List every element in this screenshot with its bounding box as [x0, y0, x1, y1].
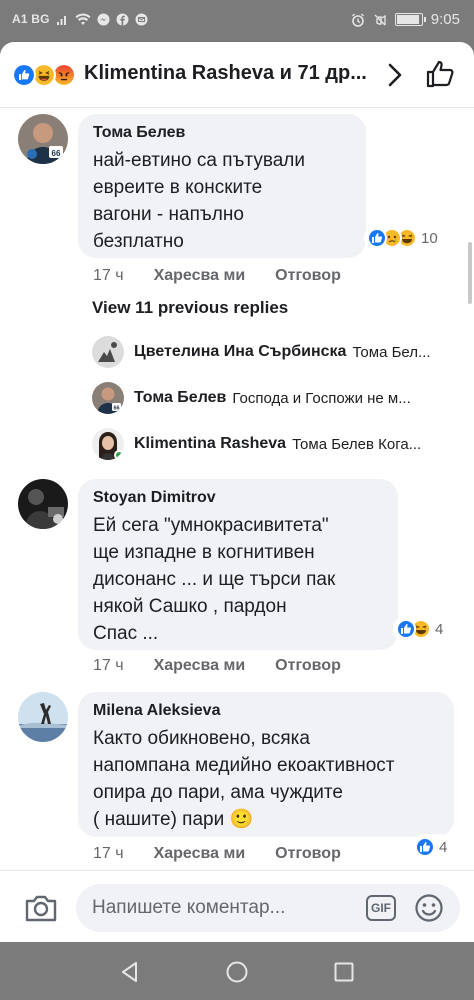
- avatar[interactable]: [18, 692, 68, 742]
- reply-preview[interactable]: Цветелина Ина Сърбинска Тома Бел...: [92, 336, 466, 368]
- reply-button[interactable]: Отговор: [275, 845, 341, 863]
- comment-line: ще изпадне в когнитивен: [93, 542, 315, 563]
- reply-text: Господа и Госпожи не м...: [232, 389, 411, 407]
- reaction-count: 4: [439, 838, 448, 856]
- comment-line: дисонанс ... и ще търси пак: [93, 569, 336, 590]
- reaction-badge[interactable]: 10: [364, 225, 443, 251]
- comment-input-wrapper[interactable]: GIF: [76, 884, 460, 932]
- comments-sheet: Klimentina Rasheva и 71 др... 66 Тома Бе…: [0, 42, 474, 942]
- comment-actions: 17 ч Харесва ми Отговор: [93, 267, 341, 285]
- gif-button[interactable]: GIF: [366, 895, 396, 921]
- reply-author[interactable]: Klimentina Rasheva: [134, 435, 286, 453]
- comment-line: Както обикновено, всяка: [93, 728, 310, 749]
- carrier-label: A1 BG: [12, 12, 50, 26]
- reaction-count: 4: [435, 620, 444, 638]
- signal-icon: [56, 15, 66, 25]
- avatar[interactable]: 66: [92, 382, 124, 414]
- comment-time: 17 ч: [93, 267, 124, 284]
- clock: 9:05: [430, 11, 460, 28]
- avatar[interactable]: [92, 428, 124, 460]
- view-previous-replies[interactable]: View 11 previous replies: [92, 298, 288, 318]
- status-right: 9:05: [351, 11, 460, 28]
- comment-line: ( нашите) пари 🙂: [93, 809, 254, 830]
- reply-preview[interactable]: Klimentina Rasheva Тома Белев Кога...: [92, 428, 466, 460]
- comment-line: безплатно: [93, 231, 184, 252]
- reaction-summary: [12, 63, 78, 87]
- reactors-header[interactable]: Klimentina Rasheva и 71 др...: [0, 42, 474, 108]
- status-left: A1 BG: [12, 12, 148, 26]
- like-reaction-icon: [415, 837, 435, 857]
- comment-composer: GIF: [0, 870, 474, 942]
- reaction-badge[interactable]: 4: [393, 616, 449, 642]
- nav-back-icon[interactable]: [118, 960, 142, 984]
- mute-icon: [374, 14, 386, 25]
- emoji-icon[interactable]: [414, 893, 444, 923]
- status-bar: A1 BG 9:05: [0, 0, 474, 40]
- comment-line: евреите в конските: [93, 177, 263, 198]
- comment-line: някой Сашко , пардон: [93, 596, 287, 617]
- reply-author[interactable]: Цветелина Ина Сърбинска: [134, 343, 346, 361]
- facebook-icon: [116, 13, 129, 25]
- reply-preview[interactable]: 66 Тома Белев Господа и Госпожи не м...: [92, 382, 466, 414]
- comment-input[interactable]: [92, 894, 352, 922]
- wifi-icon: [75, 12, 91, 25]
- like-button[interactable]: Харесва ми: [154, 845, 246, 863]
- comment-line: опира до пари, ама чуждите: [93, 782, 343, 803]
- comment-actions: 17 ч Харесва ми Отговор: [93, 845, 341, 863]
- mail-icon: [135, 13, 148, 25]
- comment-author[interactable]: Milena Aleksieva: [93, 702, 220, 720]
- comment-author[interactable]: Тома Белев: [93, 124, 185, 142]
- camera-icon[interactable]: [24, 893, 58, 923]
- reaction-badge[interactable]: 4: [412, 834, 453, 860]
- like-reaction-icon: [12, 63, 36, 87]
- like-outline-icon[interactable]: [424, 58, 456, 90]
- comment-line: Спас ...: [93, 623, 159, 644]
- comment-line: Ей сега "умнокрасивитета": [93, 515, 329, 536]
- comment-time: 17 ч: [93, 657, 124, 674]
- reactors-title[interactable]: Klimentina Rasheva и 71 др...: [84, 62, 367, 85]
- comment-time: 17 ч: [93, 845, 124, 862]
- reply-button[interactable]: Отговор: [275, 657, 341, 675]
- like-button[interactable]: Харесва ми: [154, 657, 246, 675]
- chevron-right-icon[interactable]: [382, 62, 408, 88]
- like-reaction-icon: [396, 619, 416, 639]
- nav-recents-icon[interactable]: [332, 960, 356, 984]
- like-button[interactable]: Харесва ми: [154, 267, 246, 285]
- reply-author[interactable]: Тома Белев: [134, 389, 226, 407]
- messenger-icon: [97, 13, 110, 25]
- reaction-count: 10: [421, 229, 438, 247]
- svg-text:66: 66: [52, 149, 61, 158]
- avatar[interactable]: [92, 336, 124, 368]
- battery-icon: [394, 13, 426, 26]
- reply-text: Тома Белев Кога...: [292, 435, 422, 453]
- avatar[interactable]: [18, 479, 68, 529]
- scrollbar[interactable]: [468, 242, 472, 304]
- comment-line: най-евтино са пътували: [93, 150, 305, 171]
- comment-author[interactable]: Stoyan Dimitrov: [93, 489, 216, 507]
- comment-actions: 17 ч Харесва ми Отговор: [93, 657, 341, 675]
- like-reaction-icon: [367, 228, 387, 248]
- online-indicator: [114, 450, 124, 460]
- reply-button[interactable]: Отговор: [275, 267, 341, 285]
- comment-line: вагони - напълно: [93, 204, 244, 225]
- alarm-icon: [351, 13, 364, 27]
- system-nav-bar: [0, 942, 474, 1000]
- svg-text:66: 66: [113, 406, 119, 412]
- avatar[interactable]: 66: [18, 114, 68, 164]
- comment-line: напомпана медийно екоактивност: [93, 755, 395, 776]
- nav-home-icon[interactable]: [225, 960, 249, 984]
- reply-text: Тома Бел...: [352, 343, 431, 361]
